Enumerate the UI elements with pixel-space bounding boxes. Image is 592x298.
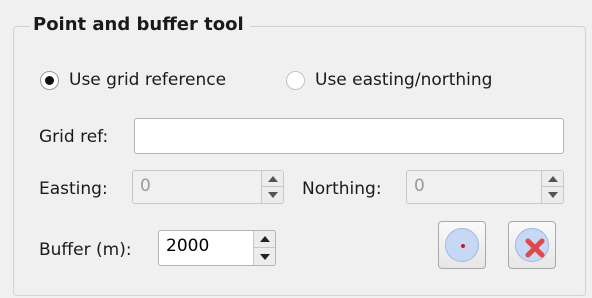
grid-ref-input[interactable] [134, 118, 564, 154]
buffer-up-button[interactable] [254, 231, 275, 248]
clear-point-button[interactable] [508, 221, 556, 269]
buffer-down-button[interactable] [254, 248, 275, 265]
grid-ref-label: Grid ref: [39, 127, 109, 147]
chevron-up-icon [259, 236, 270, 242]
easting-value: 0 [140, 176, 151, 196]
easting-stepper[interactable] [261, 171, 283, 203]
northing-label: Northing: [302, 179, 382, 199]
buffer-spinbox[interactable]: 2000 [158, 230, 276, 266]
group-title: Point and buffer tool [30, 13, 250, 37]
chevron-down-icon [267, 192, 278, 198]
northing-spinbox[interactable]: 0 [406, 170, 564, 204]
easting-down-button[interactable] [262, 187, 283, 203]
easting-up-button[interactable] [262, 171, 283, 187]
red-dot-icon [461, 244, 465, 248]
chevron-up-icon [547, 175, 558, 182]
close-icon [525, 238, 545, 258]
chevron-down-icon [259, 253, 270, 260]
northing-down-button[interactable] [542, 187, 563, 203]
grid-reference-radio[interactable] [40, 70, 59, 90]
buffer-stepper[interactable] [253, 231, 275, 265]
buffer-label: Buffer (m): [39, 240, 132, 260]
northing-stepper[interactable] [541, 171, 563, 203]
buffer-value: 2000 [166, 236, 210, 256]
easting-spinbox[interactable]: 0 [132, 170, 284, 204]
chevron-up-icon [267, 175, 278, 182]
chevron-down-icon [547, 192, 558, 198]
easting-label: Easting: [39, 179, 108, 199]
easting-northing-radio[interactable] [286, 70, 305, 90]
grid-reference-label: Use grid reference [69, 70, 227, 90]
northing-up-button[interactable] [542, 171, 563, 187]
add-point-button[interactable] [438, 221, 486, 269]
point-buffer-panel: Point and buffer tool Use grid reference… [0, 0, 592, 298]
easting-northing-label: Use easting/northing [315, 70, 493, 90]
northing-value: 0 [414, 176, 425, 196]
grid-reference-radio-option[interactable]: Use grid reference [40, 67, 226, 93]
easting-northing-radio-option[interactable]: Use easting/northing [286, 67, 492, 93]
